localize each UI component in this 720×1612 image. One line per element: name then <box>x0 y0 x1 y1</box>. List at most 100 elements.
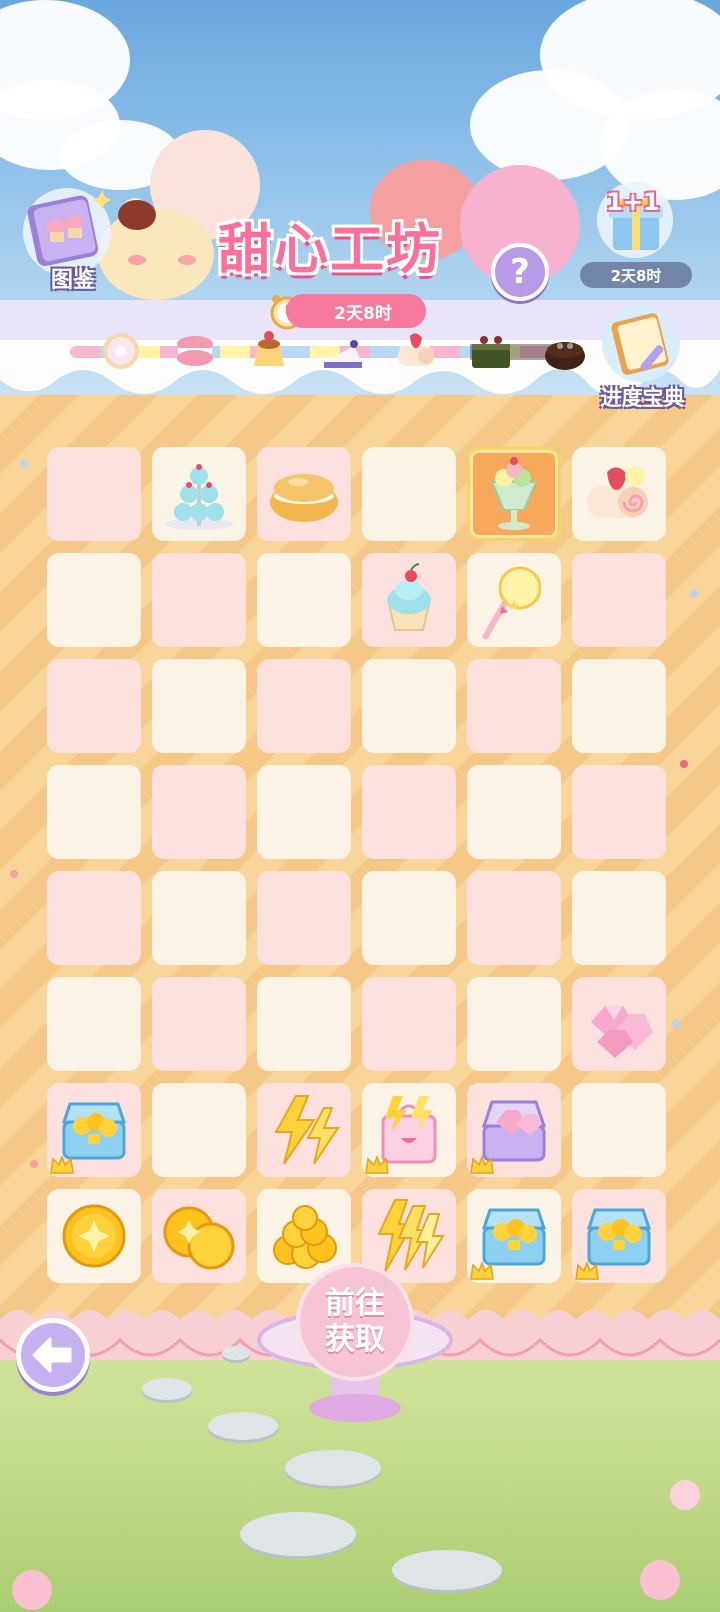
grid-cell-lollipop-wand[interactable] <box>467 553 561 647</box>
sparkle-dot <box>690 590 698 598</box>
grid-cell-empty[interactable] <box>257 659 351 753</box>
grid-cell-empty[interactable] <box>257 553 351 647</box>
sparkle-dot <box>680 760 688 768</box>
sparkle-dot <box>20 460 28 468</box>
grid-cell-empty[interactable] <box>47 659 141 753</box>
cat-cheek <box>128 255 146 265</box>
grid-cell-empty[interactable] <box>362 447 456 541</box>
codex-label: 图鉴 <box>50 268 95 293</box>
go-obtain-button[interactable]: 前往 获取 <box>296 1263 414 1381</box>
grid-cell-empty[interactable] <box>152 977 246 1071</box>
grid-cell-coin-chest[interactable] <box>467 1189 561 1283</box>
strawberry-roll-icon <box>587 466 648 518</box>
help-button[interactable]: ? <box>491 243 549 301</box>
cat-hat <box>118 200 156 230</box>
cupcake-icon <box>387 563 431 631</box>
stage-strawberry-roll-icon[interactable] <box>392 326 442 376</box>
grid-cell-strawberry-roll[interactable] <box>572 447 666 541</box>
grid-cell-empty[interactable] <box>572 765 666 859</box>
grid-cell-empty[interactable] <box>257 871 351 965</box>
stepping-stone <box>240 1512 356 1556</box>
grid-cell-empty[interactable] <box>47 553 141 647</box>
stepping-stone <box>222 1346 250 1360</box>
gift-timer: 2天8时 <box>580 262 692 288</box>
grid-cell-empty[interactable] <box>467 977 561 1071</box>
cat-cheek <box>178 255 196 265</box>
grid-cell-empty[interactable] <box>362 659 456 753</box>
cream-puff-icon <box>270 474 338 522</box>
flower-decoration <box>670 1480 700 1510</box>
stage-blueberry-cake-icon[interactable] <box>318 326 368 376</box>
coin-icon <box>62 1204 126 1268</box>
stage-donut-icon[interactable] <box>96 326 146 376</box>
progress-guide-button[interactable] <box>596 303 686 383</box>
stepping-stone <box>392 1550 502 1590</box>
grid-cell-gem-box[interactable] <box>467 1083 561 1177</box>
grid-cell-empty[interactable] <box>152 553 246 647</box>
crown-icon <box>50 1155 74 1174</box>
grid-cell-empty[interactable] <box>152 871 246 965</box>
game-scene: 甜心工坊 ? 2天8时 图鉴 1+1 2天8时 进度宝典 前往 获取 <box>0 0 720 1612</box>
grid-cell-cupcake[interactable] <box>362 553 456 647</box>
grid-cell-empty[interactable] <box>257 765 351 859</box>
pink-gems-icon <box>591 1006 653 1058</box>
grid-cell-empty[interactable] <box>467 659 561 753</box>
crown-icon <box>470 1155 494 1174</box>
grid-cell-empty[interactable] <box>47 871 141 965</box>
flower-decoration <box>640 1560 680 1600</box>
coin-pile-icon <box>273 1205 337 1269</box>
grid-cell-empty[interactable] <box>47 977 141 1071</box>
grid-cell-empty[interactable] <box>467 871 561 965</box>
grid-cell-empty[interactable] <box>572 871 666 965</box>
grid-cell-empty[interactable] <box>467 765 561 859</box>
grid-cell-coin-chest[interactable] <box>572 1189 666 1283</box>
lollipop-wand-icon <box>482 566 542 640</box>
grid-cell-empty[interactable] <box>362 871 456 965</box>
grid-cell-empty[interactable] <box>152 659 246 753</box>
question-icon: ? <box>510 252 530 292</box>
grid-cell-empty[interactable] <box>152 1083 246 1177</box>
sparkle-dot <box>30 1160 38 1168</box>
page-title: 甜心工坊 <box>218 218 442 281</box>
grid-cell-coin-chest[interactable] <box>47 1083 141 1177</box>
back-button[interactable] <box>16 1318 90 1392</box>
two-coins-icon <box>163 1206 235 1270</box>
grid-cell-empty[interactable] <box>47 447 141 541</box>
grid-cell-empty[interactable] <box>362 765 456 859</box>
grid-cell-cupcake-tower[interactable] <box>152 447 246 541</box>
grid-cell-cream-puff[interactable] <box>257 447 351 541</box>
gift-bonus-label: 1+1 <box>606 188 660 216</box>
grid-cell-empty[interactable] <box>47 765 141 859</box>
go-obtain-label-line2: 获取 <box>325 1322 385 1357</box>
gift-timer-text: 2天8时 <box>610 266 662 285</box>
stage-pudding-icon[interactable] <box>244 326 294 376</box>
stage-macaron-icon[interactable] <box>170 326 220 376</box>
parfait-icon <box>490 457 538 530</box>
grid-cell-empty[interactable] <box>572 1083 666 1177</box>
grid-cell-energy-bolts[interactable] <box>257 1083 351 1177</box>
grid-cell-energy-bag[interactable] <box>362 1083 456 1177</box>
grid-cell-empty[interactable] <box>152 765 246 859</box>
crown-icon <box>365 1155 389 1174</box>
crown-icon <box>575 1261 599 1280</box>
sparkle-dot <box>672 1020 680 1028</box>
grid-cell-parfait[interactable] <box>467 447 561 541</box>
grid-cell-empty[interactable] <box>257 977 351 1071</box>
grid-cell-empty[interactable] <box>572 553 666 647</box>
grid-cell-coin[interactable] <box>47 1189 141 1283</box>
progress-guide-label: 进度宝典 <box>600 386 685 410</box>
flower-decoration <box>12 1570 52 1610</box>
stage-matcha-cake-icon[interactable] <box>466 326 516 376</box>
grid-cell-pink-gems[interactable] <box>572 977 666 1071</box>
go-obtain-label-line1: 前往 <box>325 1286 385 1321</box>
energy-bundle-icon <box>377 1199 445 1273</box>
merge-grid <box>47 447 666 1283</box>
stage-chocolate-cake-icon[interactable] <box>540 326 590 376</box>
grid-cell-empty[interactable] <box>362 977 456 1071</box>
grid-cell-two-coins[interactable] <box>152 1189 246 1283</box>
event-timer-text: 2天8时 <box>334 303 392 324</box>
sparkle-dot <box>10 870 18 878</box>
grid-cell-empty[interactable] <box>572 659 666 753</box>
stepping-stone <box>285 1450 381 1486</box>
stepping-stone <box>142 1378 192 1400</box>
